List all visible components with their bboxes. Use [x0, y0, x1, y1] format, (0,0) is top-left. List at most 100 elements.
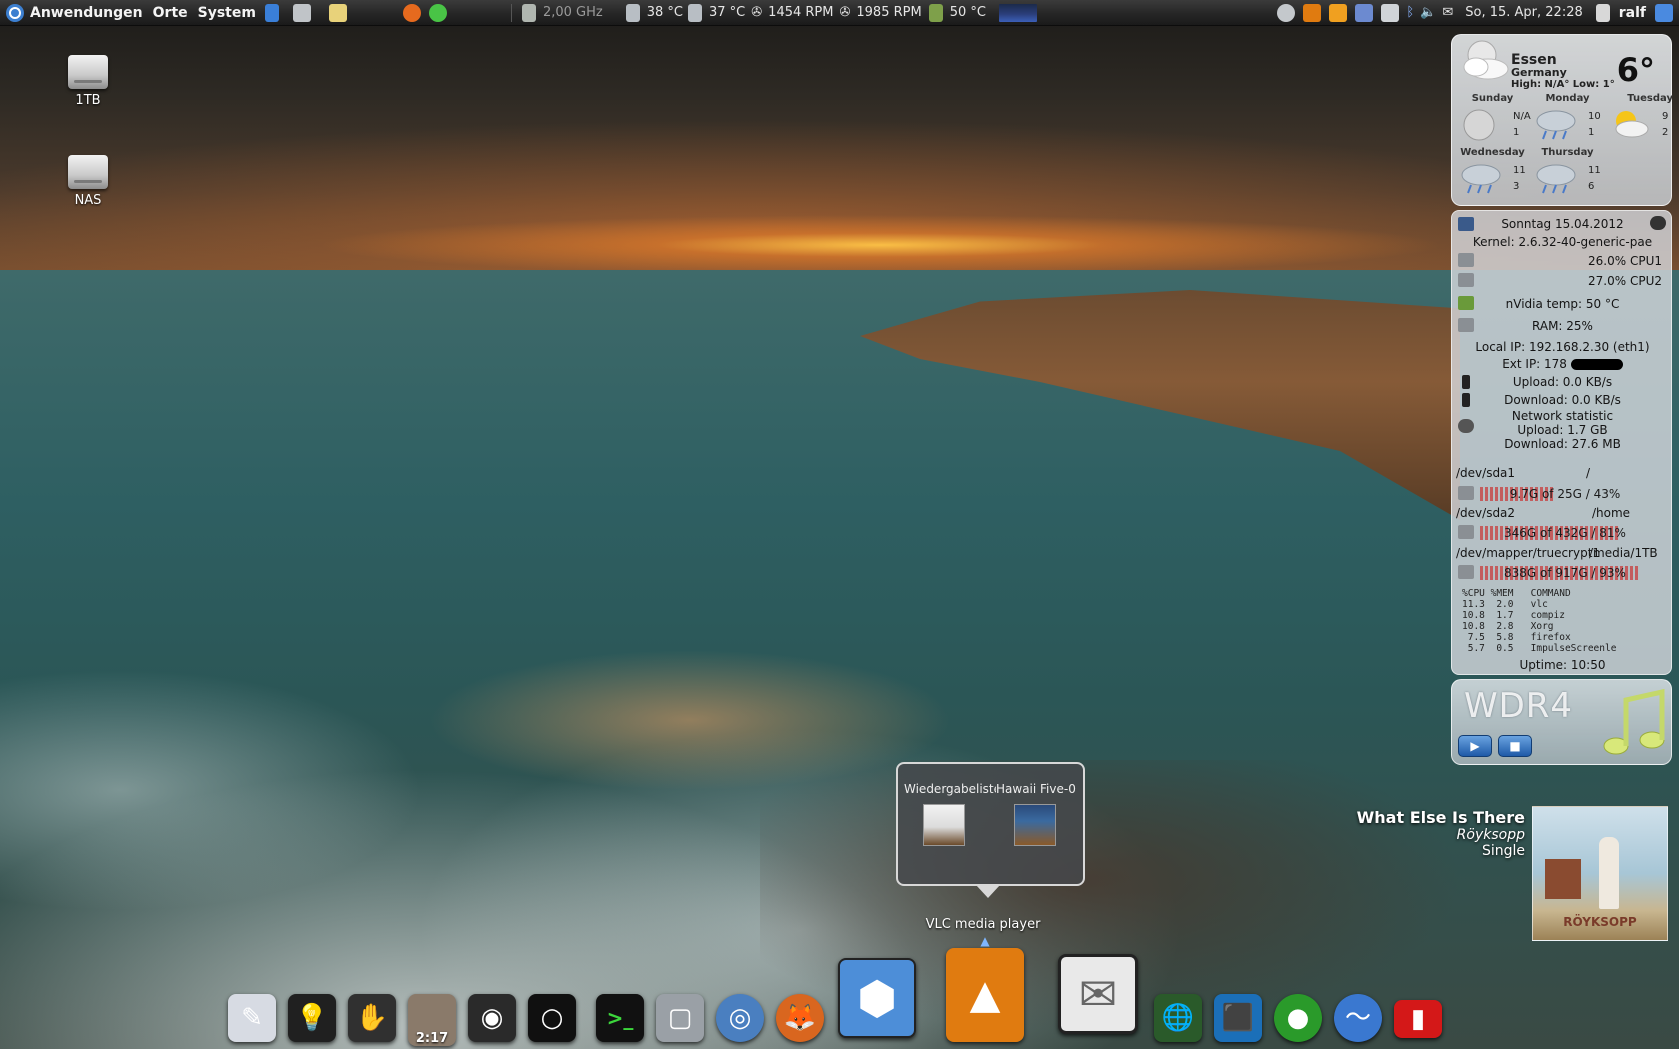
desktop-icon-label: NAS [74, 193, 102, 208]
weather-current-temp: 6° [1616, 51, 1655, 89]
conky-date: Sonntag 15.04.2012 [1501, 217, 1624, 231]
vlc-launcher[interactable]: ▲ ▲ [946, 934, 1024, 1042]
vlc-icon: ▲ [969, 972, 1001, 1018]
temperature-chip-icon [625, 3, 640, 22]
window-title-playlist[interactable]: Wiedergabeliste [904, 782, 996, 796]
menu-system[interactable]: System [193, 0, 261, 26]
bluetooth-icon[interactable]: ᛒ [1403, 5, 1417, 20]
window-title-video[interactable]: Hawaii Five-0 [996, 782, 1081, 796]
cylinder-app-icon[interactable] [264, 3, 279, 22]
system-monitor-launcher[interactable]: 〜 [1334, 994, 1382, 1042]
green-orb-launcher[interactable]: ● [1274, 994, 1322, 1042]
fan-icon: ✇ [839, 5, 851, 20]
gnome-foot-icon: ✋ [355, 1003, 389, 1033]
process-row: 11.3 2.0 vlc [1462, 599, 1548, 610]
circle-app-launcher[interactable]: ○ [528, 994, 576, 1042]
active-indicator-icon: ▲ [980, 934, 990, 948]
firefox-launcher[interactable]: 🦊 [776, 994, 824, 1042]
panel-separator [510, 3, 512, 22]
mail-tray-icon[interactable]: ✉ [1439, 5, 1456, 20]
music-note-icon [1603, 688, 1665, 755]
chromium-launcher[interactable]: ◎ [716, 994, 764, 1042]
temperature-2: 37 °C [709, 5, 746, 20]
video-window-thumbnail[interactable] [1014, 804, 1056, 846]
menu-places[interactable]: Orte [148, 0, 193, 26]
user-switch-icon[interactable] [1595, 3, 1610, 22]
conky-net-upload-total: Upload: 1.7 GB [1517, 423, 1608, 437]
globe-search-launcher[interactable]: 🌐 [1154, 994, 1202, 1042]
mail-launcher[interactable]: ✉ [1058, 954, 1138, 1034]
process-row: 7.5 5.8 firefox [1462, 632, 1571, 643]
disk-mount: / [1586, 466, 1591, 480]
volume-icon[interactable]: 🔈 [1417, 5, 1439, 20]
disk-mount: /media/1TB [1589, 546, 1658, 560]
rain-cloud-icon [1461, 164, 1501, 194]
temperature-chip-icon [688, 3, 702, 22]
notepad-app-icon[interactable] [328, 3, 347, 22]
speaker-launcher[interactable]: ◉ [468, 994, 516, 1042]
gnome-launcher[interactable]: ✋ [348, 994, 396, 1042]
disk-usage: 346G of 432G / 81% [1504, 526, 1626, 540]
box-launcher[interactable]: ⬛ [1214, 994, 1262, 1042]
dock: ✎ 💡 ✋ 2:17 ◉ ○ >_ ▢ ◎ 🦊 ⬢ ▲ ▲ ✉ 🌐 ⬛ ● 〜 … [226, 934, 1496, 1049]
album-art-hut [1545, 859, 1581, 899]
radio-stop-button[interactable]: ■ [1498, 735, 1532, 757]
ubuntu-logo-icon[interactable] [5, 0, 25, 26]
radio-play-button[interactable]: ▶ [1458, 735, 1492, 757]
vlc-tray-icon[interactable] [1303, 3, 1322, 22]
red-flag-launcher[interactable]: ▮ [1394, 1000, 1442, 1038]
3d-cube-launcher[interactable]: ⬢ [838, 958, 916, 1038]
disk-usage: 838G of 917G / 93% [1504, 566, 1626, 580]
playlist-window-thumbnail[interactable] [923, 804, 965, 846]
forecast-day-tuesday: Tuesday 9 2 [1602, 93, 1673, 143]
flower-app-icon[interactable] [402, 3, 421, 22]
terminal-launcher[interactable]: >_ [596, 994, 644, 1042]
album-art-figure [1599, 837, 1619, 909]
radio-station: WDR4 [1464, 686, 1574, 726]
process-row: 5.7 0.5 ImpulseScreenle [1462, 643, 1617, 654]
crossed-tools-tray-icon[interactable] [1329, 3, 1348, 22]
cpu-chip-icon [521, 3, 536, 22]
conky-cpu2: 27.0% CPU2 [1588, 274, 1662, 288]
text-editor-launcher[interactable]: ✎ [228, 994, 276, 1042]
gpu-chip-icon [928, 3, 943, 22]
window-manager-launcher[interactable]: ▢ [656, 994, 704, 1042]
vlc-window-preview-popup: Wiedergabeliste Hawaii Five-0 [896, 762, 1085, 898]
lightbulb-launcher[interactable]: 💡 [288, 994, 336, 1042]
clock[interactable]: So, 15. Apr, 22:28 [1462, 5, 1586, 20]
clipboard-tray-icon[interactable] [1355, 3, 1374, 22]
green-dot-icon[interactable] [428, 3, 447, 22]
conky-network-statistic: Network statistic [1511, 409, 1614, 423]
conky-kernel: Kernel: 2.6.32-40-generic-pae [1472, 235, 1653, 249]
moon-phase-icon [1650, 216, 1666, 230]
network-tray-icon[interactable] [1277, 3, 1296, 22]
desktop-icon-1tb[interactable]: 1TB [53, 55, 123, 108]
process-row: 10.8 1.7 compiz [1462, 610, 1565, 621]
conky-nvidia-temp: nVidia temp: 50 °C [1505, 297, 1620, 311]
ip-redaction [1570, 359, 1623, 370]
track-album: Single [1481, 843, 1525, 859]
menu-applications[interactable]: Anwendungen [25, 0, 148, 26]
clock-photo-launcher[interactable]: 2:17 [408, 994, 456, 1046]
disk-device: /dev/sda1 [1456, 466, 1516, 480]
weather-widget[interactable]: Essen Germany High: N/A° Low: 1° 6° Sund… [1451, 34, 1673, 206]
desktop-wallpaper [0, 0, 1679, 1049]
screen-tray-icon[interactable] [1381, 3, 1400, 22]
window-app-icon[interactable] [292, 3, 311, 22]
forecast-low: 1 [1588, 127, 1595, 138]
red-flag-icon: ▮ [1410, 1004, 1426, 1034]
system-monitor-graph-icon[interactable] [998, 3, 1037, 22]
forecast-day-name: Sunday [1471, 93, 1514, 104]
window-manager-icon: ▢ [667, 1003, 693, 1033]
forecast-high: 10 [1588, 111, 1601, 122]
user-name[interactable]: ralf [1614, 5, 1651, 21]
forecast-day-name: Monday [1545, 93, 1590, 104]
disk-icon [1458, 486, 1474, 500]
album-cover[interactable]: RÖYKSOPP [1532, 806, 1668, 941]
track-title: What Else Is There [1356, 808, 1525, 827]
desktop-icon-nas[interactable]: NAS [53, 155, 123, 208]
conky-net-download-total: Download: 27.6 MB [1504, 437, 1621, 451]
forecast-low: 1 [1513, 127, 1520, 138]
shutdown-icon[interactable] [1655, 3, 1673, 22]
process-header: %CPU %MEM COMMAND [1462, 588, 1571, 599]
